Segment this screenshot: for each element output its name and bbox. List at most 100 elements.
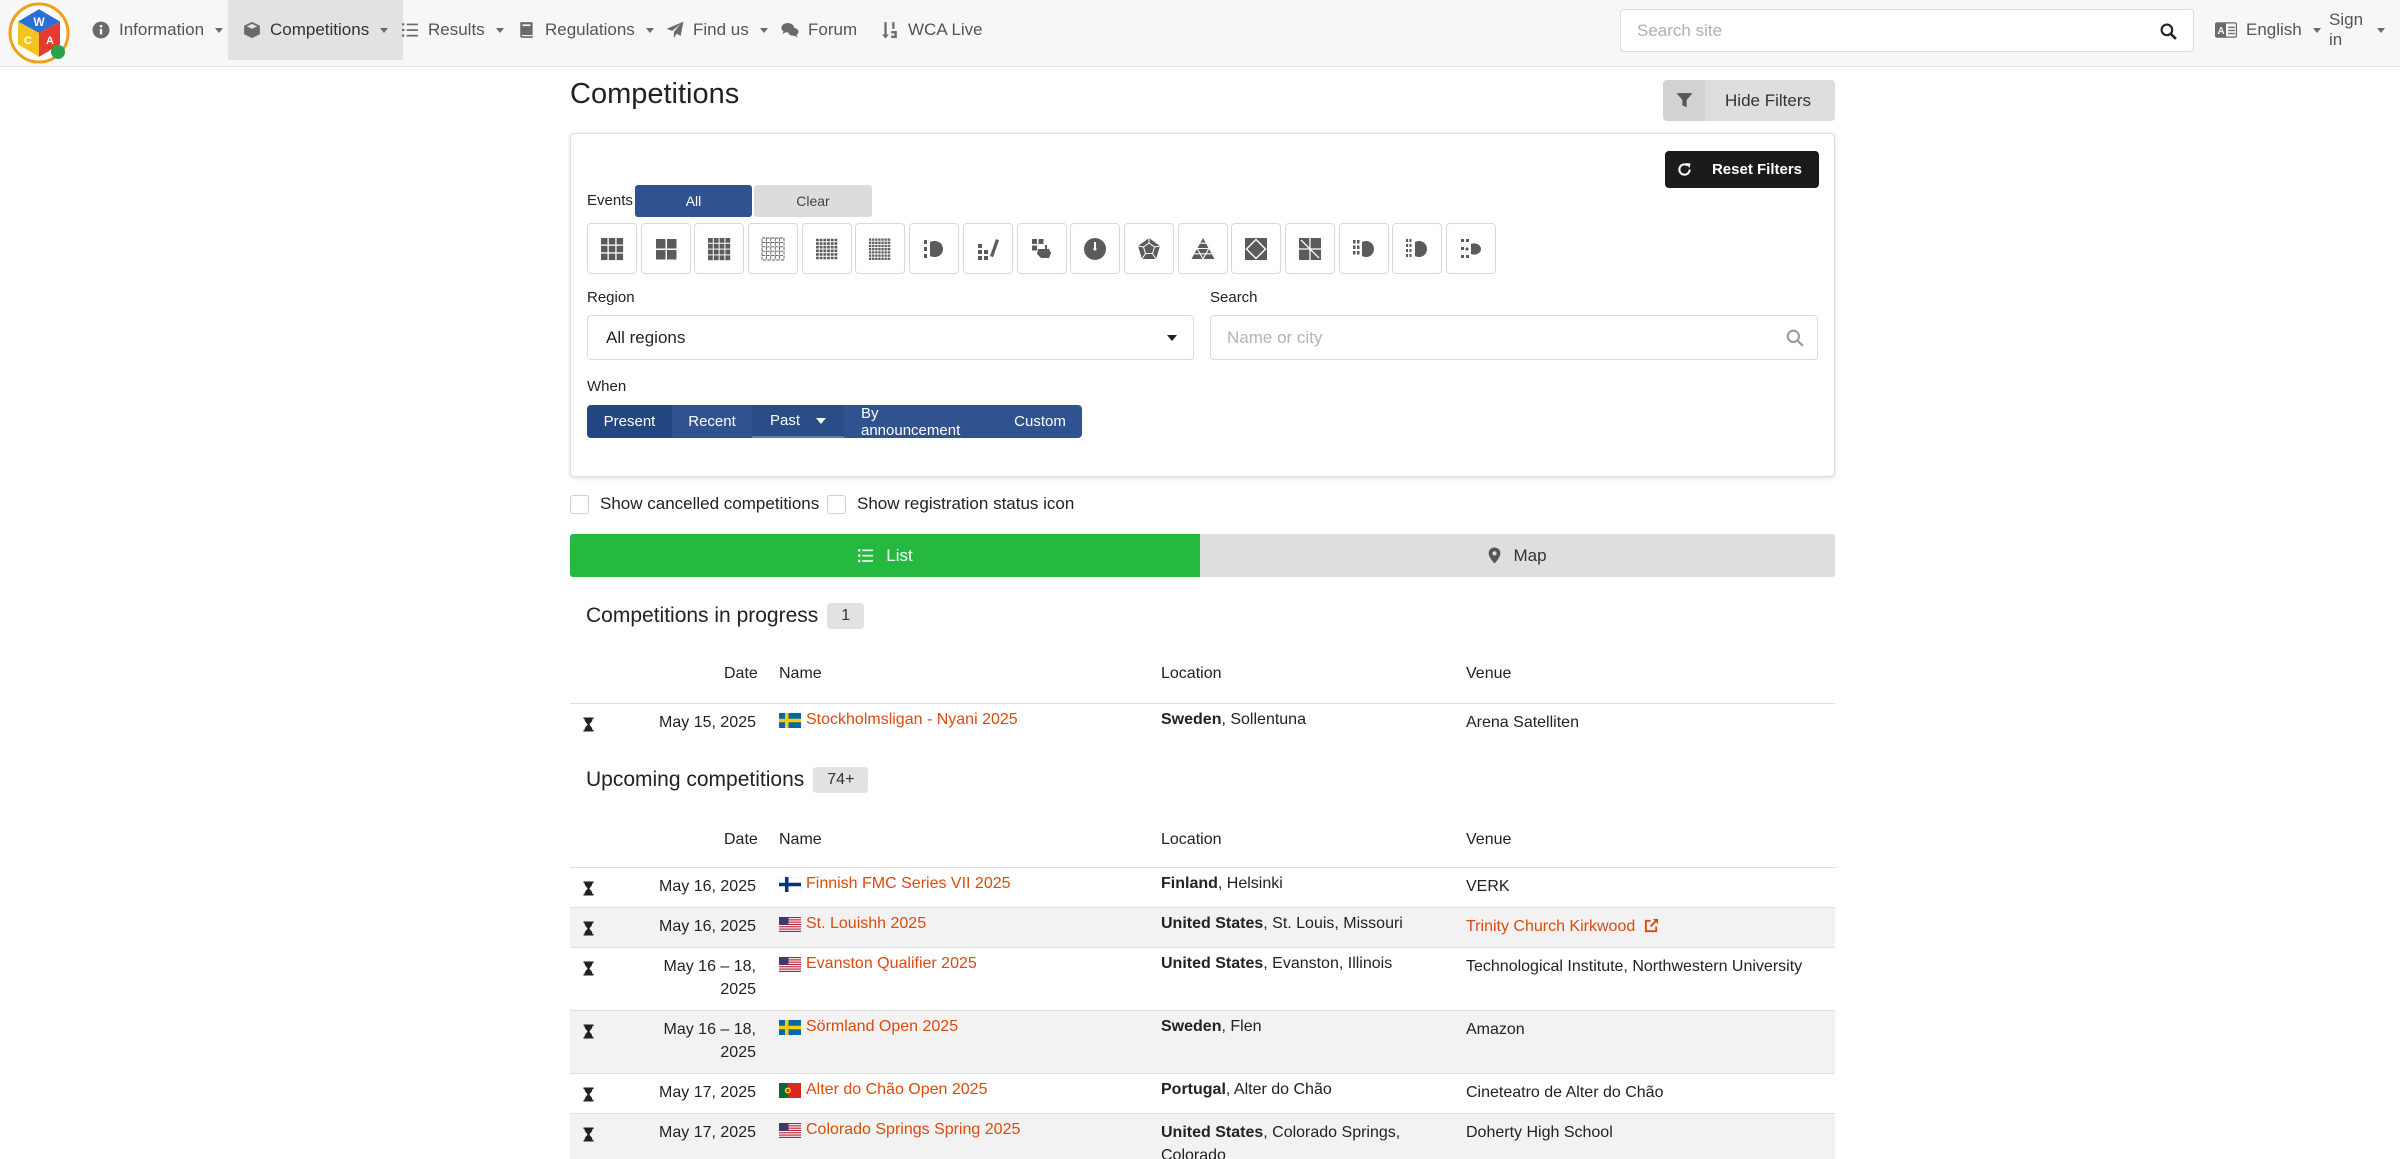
event-sq1-button[interactable]: [1284, 223, 1335, 274]
competition-name-link[interactable]: Colorado Springs Spring 2025: [779, 1121, 1020, 1139]
location-city: , Helsinki: [1217, 875, 1283, 892]
venue-link[interactable]: Trinity Church Kirkwood: [1466, 918, 1659, 935]
flag-finland-icon: [779, 876, 801, 892]
site-search-input[interactable]: [1621, 10, 2121, 51]
competition-name-link[interactable]: St. Louishh 2025: [779, 915, 926, 933]
table-row: May 16 – 18, 2025 Evanston Qualifier 202…: [570, 947, 1835, 1010]
competition-name: Finnish FMC Series VII 2025: [806, 875, 1011, 892]
event-pyram-button[interactable]: [1177, 223, 1228, 274]
competition-name-link[interactable]: Alter do Chão Open 2025: [779, 1081, 987, 1099]
flag-portugal-icon: [779, 1082, 801, 1098]
event-222-button[interactable]: [640, 223, 691, 274]
event-777-button[interactable]: [855, 223, 906, 274]
event-333bf-button[interactable]: [909, 223, 960, 274]
when-custom-button[interactable]: Custom: [998, 405, 1082, 438]
map-marker-icon: [1489, 547, 1501, 564]
in-progress-title: Competitions in progress: [586, 604, 819, 627]
reset-filters-button[interactable]: Reset Filters: [1665, 151, 1819, 188]
competition-date: May 16, 2025: [659, 918, 756, 935]
region-select[interactable]: All regions: [587, 315, 1194, 360]
flag-united-states-icon: [779, 956, 801, 972]
competition-name-link[interactable]: Evanston Qualifier 2025: [779, 955, 977, 973]
events-clear-button[interactable]: Clear: [754, 185, 872, 217]
event-clock-button[interactable]: [1070, 223, 1121, 274]
tab-list[interactable]: List: [570, 534, 1200, 577]
table-row: May 16, 2025 Finnish FMC Series VII 2025…: [570, 867, 1835, 907]
wca-logo[interactable]: W C A: [8, 2, 70, 64]
location-city: , Flen: [1221, 1018, 1262, 1035]
cube-5x5-icon: [761, 237, 785, 260]
nav-wca-live[interactable]: WCA Live: [866, 0, 998, 60]
paper-plane-icon: [666, 21, 684, 38]
location-city: , Sollentuna: [1221, 711, 1306, 728]
when-present-button[interactable]: Present: [587, 405, 672, 438]
competition-search-box[interactable]: [1210, 315, 1818, 360]
square1-icon: [1298, 237, 1321, 260]
location-country: United States: [1161, 915, 1264, 932]
site-search-box[interactable]: [1620, 9, 2194, 52]
event-444bf-button[interactable]: [1338, 223, 1389, 274]
event-333oh-button[interactable]: [1016, 223, 1067, 274]
hide-filters-button[interactable]: Hide Filters: [1663, 80, 1835, 121]
when-by-announcement-button[interactable]: By announcement: [844, 405, 998, 438]
event-555bf-button[interactable]: [1392, 223, 1443, 274]
nav-forum[interactable]: Forum: [766, 0, 872, 60]
when-recent-button[interactable]: Recent: [672, 405, 752, 438]
nav-forum-label: Forum: [808, 20, 858, 39]
event-333fm-button[interactable]: [962, 223, 1013, 274]
nav-regulations[interactable]: Regulations: [503, 0, 669, 60]
show-cancelled-checkbox[interactable]: [570, 494, 589, 514]
competition-name-link[interactable]: Sörmland Open 2025: [779, 1018, 958, 1036]
show-registration-checkbox[interactable]: [827, 494, 846, 514]
event-444-button[interactable]: [694, 223, 745, 274]
event-555-button[interactable]: [748, 223, 799, 274]
cube-6x6-icon: [815, 238, 838, 259]
location-country: Finland: [1161, 875, 1218, 892]
competition-date: May 16 – 18, 2025: [663, 958, 757, 998]
events-all-button[interactable]: All: [635, 185, 752, 217]
when-label: When: [587, 378, 627, 395]
when-past-button[interactable]: Past: [752, 405, 844, 438]
search-icon[interactable]: [2160, 23, 2177, 40]
list-ol-icon: [402, 23, 418, 37]
nav-results[interactable]: Results: [386, 0, 519, 60]
tab-map[interactable]: Map: [1200, 534, 1835, 577]
when-by-announcement-label: By announcement: [861, 405, 961, 438]
nav-information-label: Information: [119, 20, 205, 39]
competition-name: St. Louishh 2025: [806, 915, 927, 932]
event-333mbf-button[interactable]: [1446, 223, 1496, 274]
event-minx-button[interactable]: [1123, 223, 1174, 274]
nav-sign-in[interactable]: Sign in: [2314, 0, 2400, 60]
comments-icon: [781, 23, 799, 38]
location-country: Portugal: [1161, 1081, 1226, 1098]
blindfold-icon: [924, 239, 944, 258]
book-icon: [520, 22, 533, 38]
competition-date: May 17, 2025: [659, 1084, 756, 1101]
event-skewb-button[interactable]: [1231, 223, 1282, 274]
nav-competitions[interactable]: Competitions: [228, 0, 404, 60]
in-progress-heading: Competitions in progress 1: [586, 603, 865, 629]
blindfold-4x4-icon: [1352, 239, 1374, 257]
when-button-group: Present Recent Past By announcement Cust…: [587, 405, 1082, 438]
nav-find-us[interactable]: Find us: [651, 0, 783, 60]
hourglass-icon: [583, 1024, 594, 1039]
nav-information[interactable]: Information: [77, 0, 238, 60]
competition-name-link[interactable]: Finnish FMC Series VII 2025: [779, 875, 1011, 893]
flag-sweden-icon: [779, 1019, 801, 1035]
svg-text:C: C: [24, 35, 32, 47]
competition-name: Alter do Chão Open 2025: [806, 1081, 988, 1098]
event-666-button[interactable]: [801, 223, 852, 274]
event-333-button[interactable]: [587, 223, 637, 274]
competition-name-link[interactable]: Stockholmsligan - Nyani 2025: [779, 711, 1018, 729]
caret-down-icon: [215, 27, 224, 33]
competition-search-input[interactable]: [1211, 316, 1761, 359]
col-header-venue: Venue: [1466, 831, 1512, 848]
col-header-name: Name: [779, 665, 822, 682]
flag-united-states-icon: [779, 916, 801, 932]
nav-wca-live-label: WCA Live: [908, 20, 983, 39]
show-cancelled-option: Show cancelled competitions: [570, 494, 819, 514]
skewb-icon: [1245, 237, 1268, 260]
competition-location: Portugal, Alter do Chão: [1161, 1081, 1332, 1099]
caret-down-icon: [816, 417, 826, 424]
nav-language-label: English: [2246, 20, 2302, 39]
